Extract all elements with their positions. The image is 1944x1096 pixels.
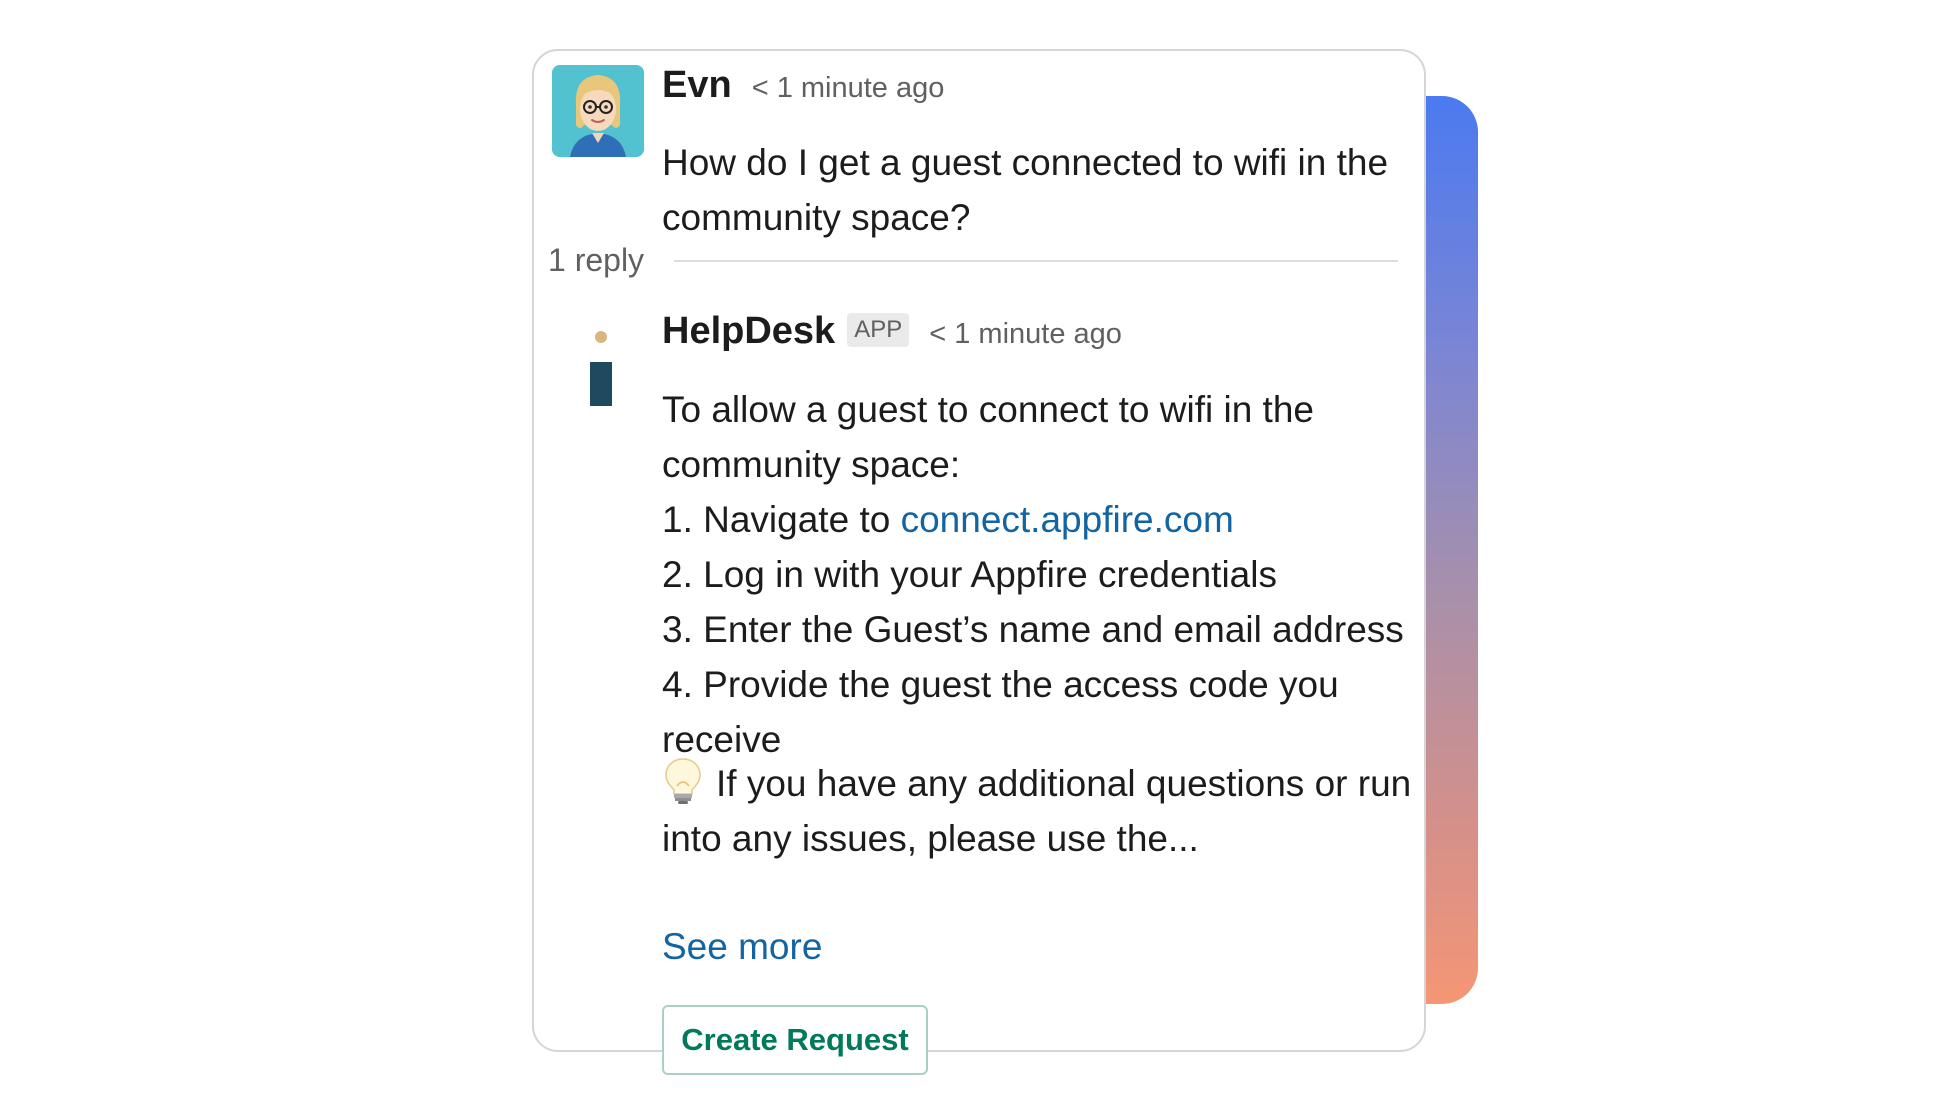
message-body: How do I get a guest connected to wifi i… <box>662 142 1389 238</box>
reply-step-2: 2. Log in with your Appfire credentials <box>662 554 1277 595</box>
create-request-button[interactable]: Create Request <box>662 1005 928 1075</box>
message-thread-card: Evn < 1 minute ago How do I get a guest … <box>532 49 1426 1075</box>
app-badge: APP <box>847 313 910 347</box>
reply-step-3: 3. Enter the Guest’s name and email addr… <box>662 609 1404 650</box>
reply-step-1-prefix: 1. Navigate to <box>662 499 901 540</box>
reply-timestamp[interactable]: < 1 minute ago <box>929 318 1122 351</box>
helpdesk-avatar[interactable] <box>574 319 628 429</box>
message-timestamp[interactable]: < 1 minute ago <box>752 72 945 105</box>
reply-header: HelpDesk APP < 1 minute ago <box>662 310 1122 353</box>
reply-body: To allow a guest to connect to wifi in t… <box>662 382 1414 767</box>
reply-sender-name[interactable]: HelpDesk <box>662 310 835 353</box>
message-header: Evn < 1 minute ago <box>662 64 944 107</box>
reply-step-1: 1. Navigate to connect.appfire.com <box>662 492 1414 547</box>
reply-intro: To allow a guest to connect to wifi in t… <box>662 389 1314 485</box>
screenshot-stage: Evn < 1 minute ago How do I get a guest … <box>0 0 1944 1096</box>
user-avatar[interactable] <box>552 65 644 157</box>
reply-step-4: 4. Provide the guest the access code you… <box>662 664 1339 760</box>
thread-reply-row: 1 reply <box>548 242 1398 279</box>
reply-count-link[interactable]: 1 reply <box>548 242 644 279</box>
reply-divider <box>674 259 1398 262</box>
reply-tip: If you have any additional questions or … <box>662 756 1414 866</box>
see-more-link[interactable]: See more <box>662 919 822 974</box>
connect-appfire-link[interactable]: connect.appfire.com <box>901 499 1234 540</box>
tip-text: If you have any additional questions or … <box>662 763 1412 859</box>
lightbulb-icon <box>662 756 704 806</box>
helpdesk-i-logo-icon <box>590 331 612 406</box>
message-sender-name[interactable]: Evn <box>662 64 732 107</box>
bitmoji-avatar-icon <box>552 65 644 157</box>
